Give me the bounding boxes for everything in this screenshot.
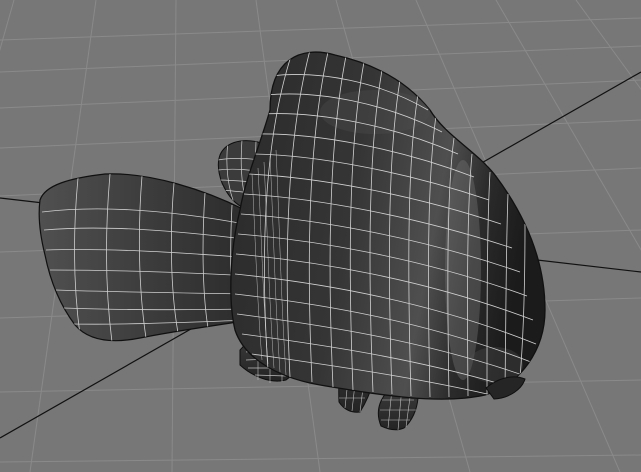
3d-viewport[interactable] (0, 0, 641, 472)
viewport-canvas[interactable] (0, 0, 641, 472)
